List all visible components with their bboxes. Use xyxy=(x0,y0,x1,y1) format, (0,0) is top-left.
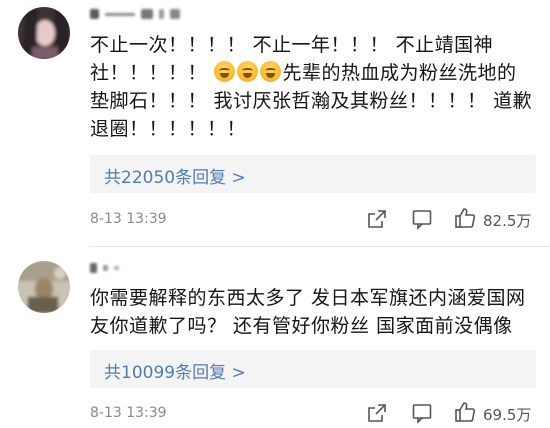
comment-text: 不止一次！！！！ 不止一年！！！ 不止靖国神社！！！！！ 先辈的热血成为粉丝洗地… xyxy=(90,34,533,140)
comment-time: 8-13 13:39 xyxy=(90,211,167,227)
divider xyxy=(90,246,550,247)
username-blurred[interactable] xyxy=(90,8,180,20)
comment-item: 不止一次！！！！ 不止一年！！！ 不止靖国神社！！！！！ 先辈的热血成为粉丝洗地… xyxy=(0,0,550,250)
crying-emoji-icon xyxy=(259,61,281,82)
comment-icon[interactable] xyxy=(411,402,433,424)
avatar[interactable] xyxy=(18,261,70,313)
crying-emoji-icon xyxy=(213,61,235,82)
like-count: 82.5万 xyxy=(483,212,532,230)
reply-summary-box[interactable]: 共10099条回复 > xyxy=(90,350,536,388)
username-blurred[interactable] xyxy=(90,262,119,274)
crying-emoji-icon xyxy=(236,61,258,82)
comment-item: 你需要解释的东西太多了 发日本军旗还内涵爱国网友你道歉了吗？ 还有管好你粉丝 国… xyxy=(0,250,550,427)
like-icon[interactable] xyxy=(454,401,476,423)
reply-summary-box[interactable]: 共22050条回复 > xyxy=(90,155,536,193)
share-icon[interactable] xyxy=(366,402,388,424)
avatar[interactable] xyxy=(18,7,70,59)
like-count: 69.5万 xyxy=(483,406,532,424)
view-replies-link[interactable]: 共10099条回复 > xyxy=(104,358,246,383)
like-icon[interactable] xyxy=(454,207,476,229)
share-icon[interactable] xyxy=(366,208,388,230)
comment-time: 8-13 13:39 xyxy=(90,405,167,421)
comment-text: 你需要解释的东西太多了 发日本军旗还内涵爱国网友你道歉了吗？ 还有管好你粉丝 国… xyxy=(90,287,526,337)
comment-icon[interactable] xyxy=(411,208,433,230)
view-replies-link[interactable]: 共22050条回复 > xyxy=(104,163,246,188)
